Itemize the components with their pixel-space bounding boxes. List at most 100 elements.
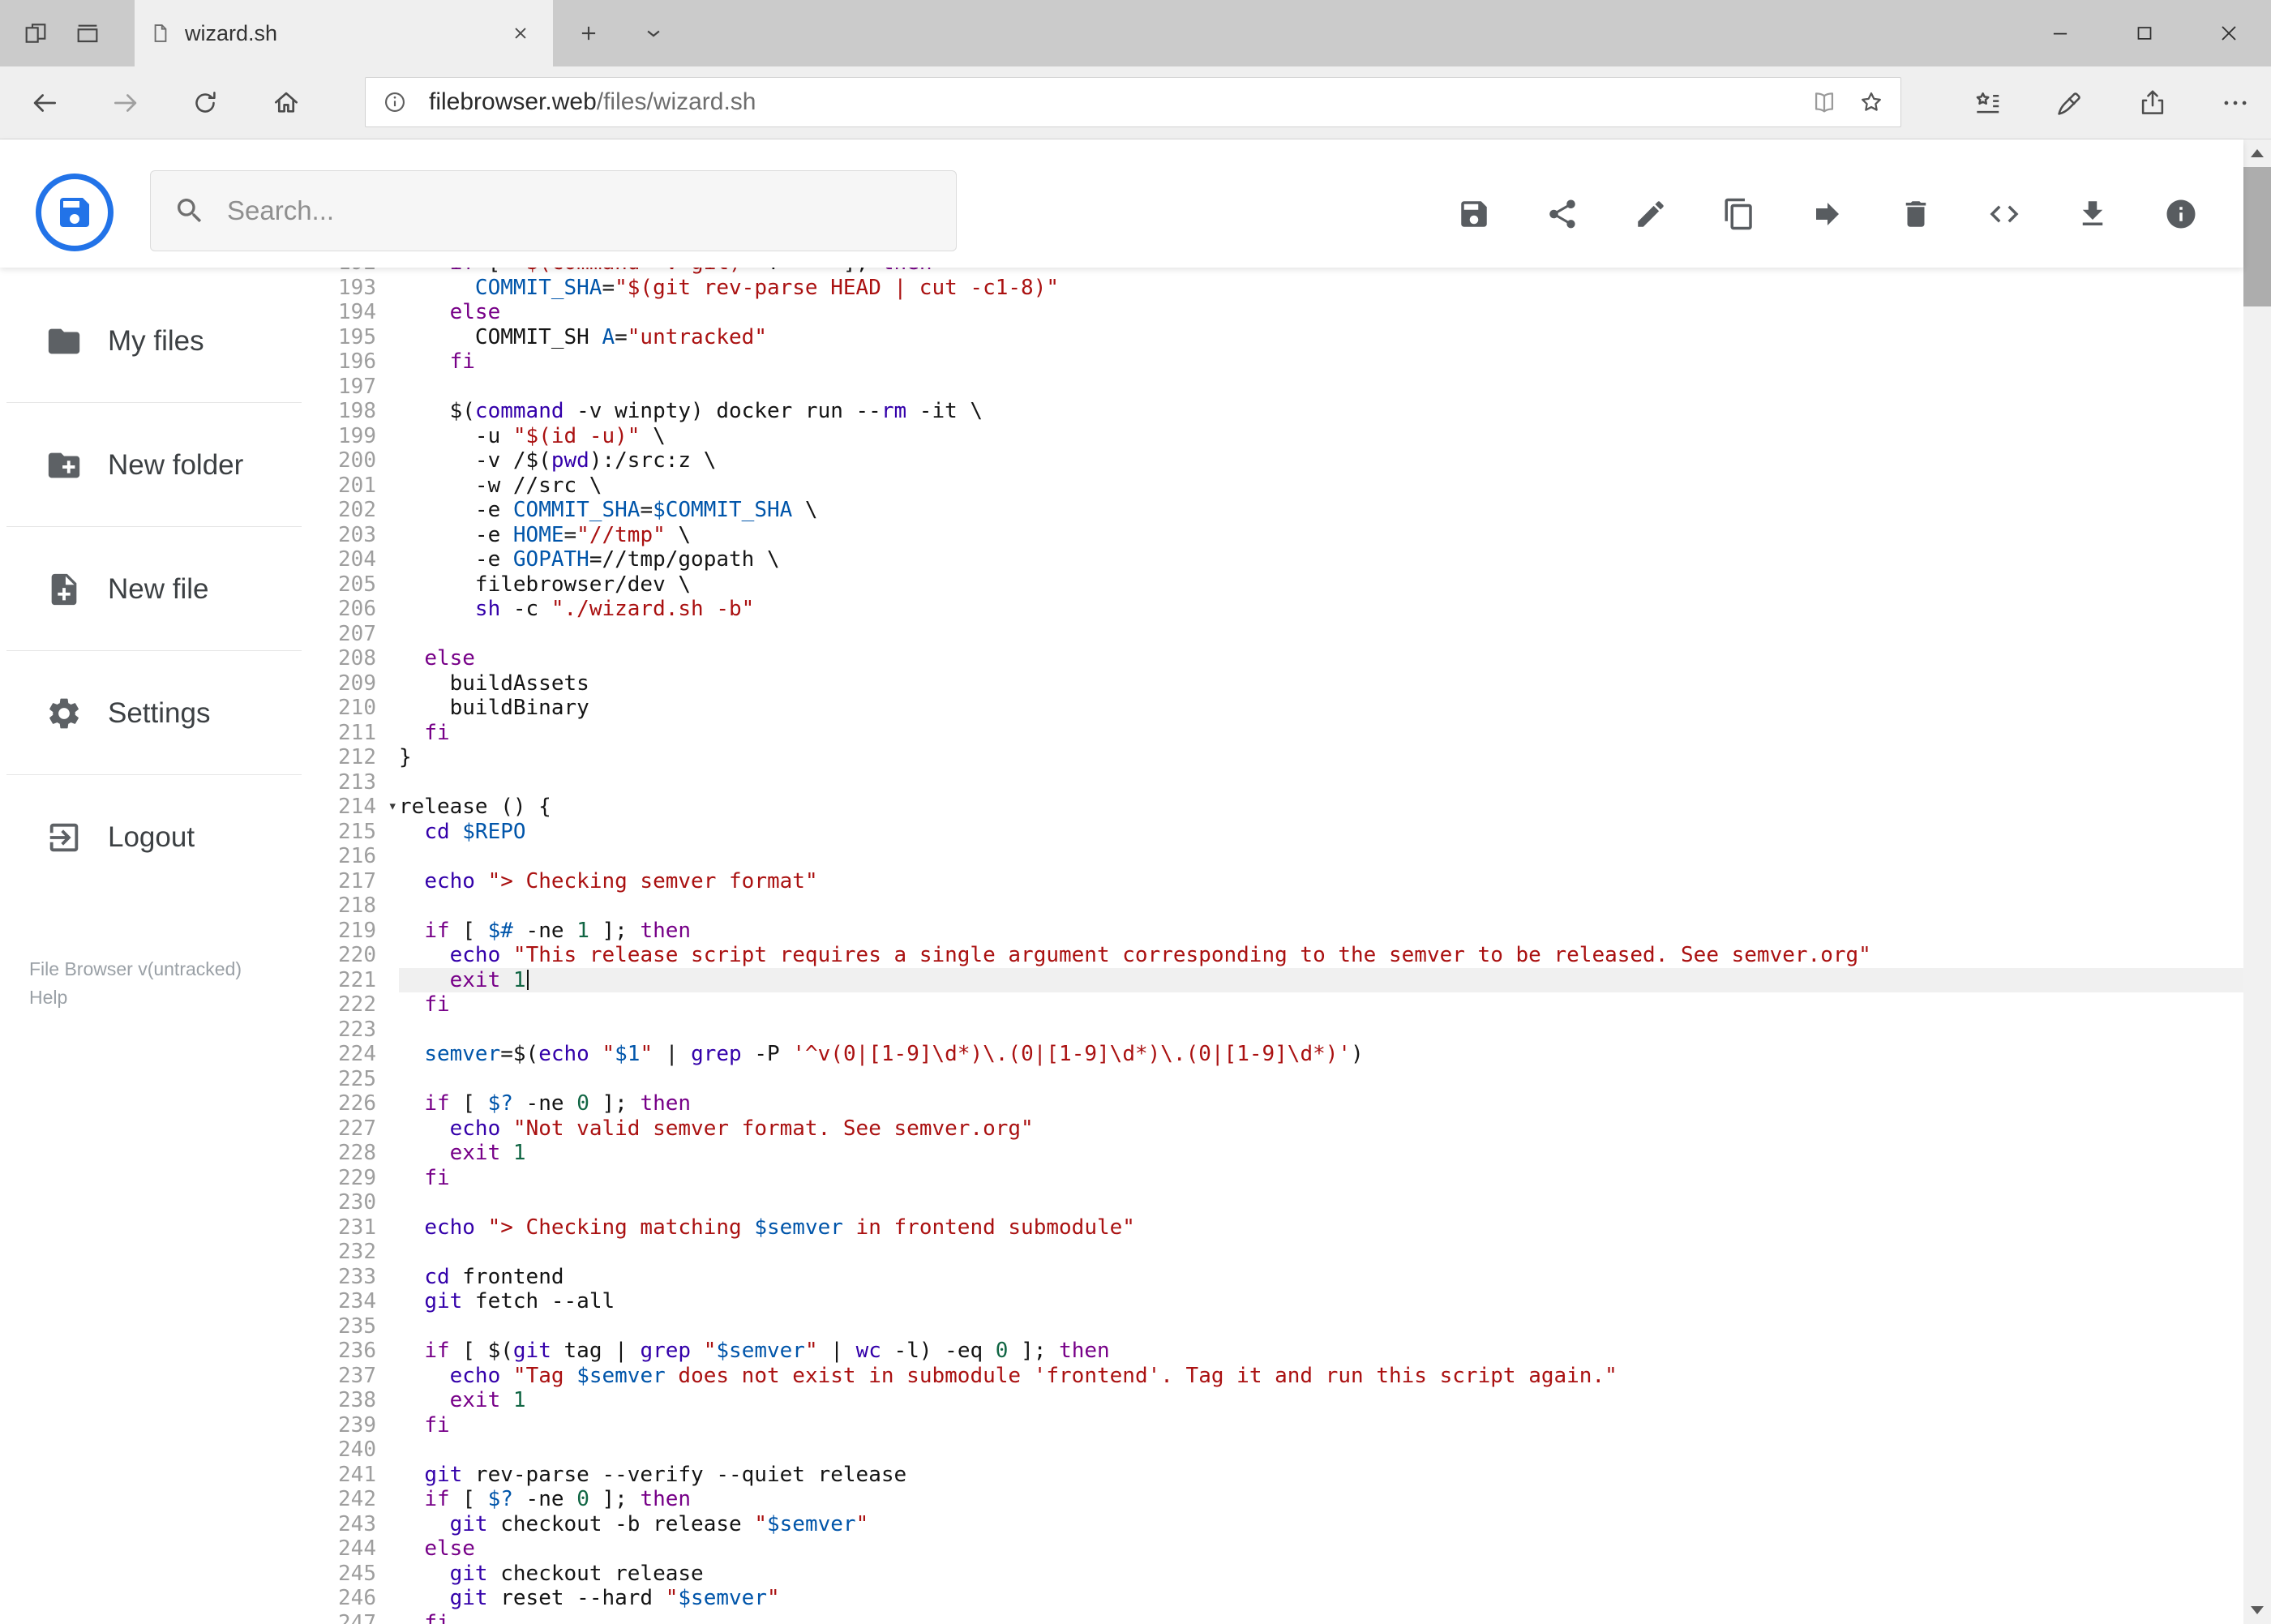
code-line[interactable]: 241 git rev-parse --verify --quiet relea… [324, 1463, 2243, 1488]
code-line[interactable]: 238 exit 1 [324, 1388, 2243, 1413]
delete-button[interactable] [1892, 190, 1940, 238]
code-line[interactable]: 215 cd $REPO [324, 820, 2243, 845]
code-line[interactable]: 236 if [ $(git tag | grep "$semver" | wc… [324, 1339, 2243, 1364]
code-line[interactable]: 234 git fetch --all [324, 1289, 2243, 1314]
new-tab-button[interactable] [553, 0, 624, 66]
code-line[interactable]: 225 [324, 1067, 2243, 1092]
code-line[interactable]: 227 echo "Not valid semver format. See s… [324, 1116, 2243, 1142]
site-info-icon[interactable] [377, 84, 413, 120]
code-line[interactable]: 199 -u "$(id -u)" \ [324, 424, 2243, 449]
code-line[interactable]: 198 $(command -v winpty) docker run --rm… [324, 399, 2243, 424]
code-line[interactable]: 194 else [324, 300, 2243, 325]
sidebar-item-new-folder[interactable]: New folder [0, 403, 324, 527]
code-line[interactable]: 220 echo "This release script requires a… [324, 943, 2243, 968]
code-line[interactable]: 242 if [ $? -ne 0 ]; then [324, 1487, 2243, 1512]
code-line[interactable]: 200 -v /$(pwd):/src:z \ [324, 448, 2243, 473]
share-page-button[interactable] [2127, 78, 2178, 128]
address-bar[interactable]: filebrowser.web/files/wizard.sh [365, 77, 1901, 127]
home-button[interactable] [261, 78, 311, 128]
code-line[interactable]: 193 COMMIT_SHA="$(git rev-parse HEAD | c… [324, 276, 2243, 301]
code-line[interactable]: 224 semver=$(echo "$1" | grep -P '^v(0|[… [324, 1042, 2243, 1067]
line-number: 222 [338, 992, 376, 1017]
code-line[interactable]: 245 git checkout release [324, 1562, 2243, 1587]
code-line[interactable]: 201 -w //src \ [324, 473, 2243, 499]
code-line[interactable]: 222 fi [324, 992, 2243, 1018]
code-line[interactable]: 207 [324, 622, 2243, 647]
scroll-up-button[interactable] [2243, 139, 2271, 167]
move-button[interactable] [1803, 190, 1852, 238]
sidebar-item-new-file[interactable]: New file [0, 527, 324, 651]
code-line[interactable]: 197 [324, 375, 2243, 400]
sidebar-item-my-files[interactable]: My files [0, 279, 324, 403]
code-line[interactable]: 244 else [324, 1536, 2243, 1562]
code-line[interactable]: 210 buildBinary [324, 696, 2243, 721]
code-line[interactable]: 221 exit 1 [324, 967, 2243, 992]
sidebar-item-settings[interactable]: Settings [0, 651, 324, 775]
maximize-button[interactable] [2102, 0, 2187, 66]
code-line[interactable]: 219 if [ $# -ne 1 ]; then [324, 919, 2243, 944]
tab-close-button[interactable] [503, 15, 538, 51]
fold-marker-icon[interactable]: ▾ [388, 794, 397, 819]
close-window-button[interactable] [2187, 0, 2271, 66]
code-line[interactable]: 213 [324, 770, 2243, 795]
code-line[interactable]: 214 ▾ release () { [324, 795, 2243, 820]
share-button[interactable] [1538, 190, 1587, 238]
forward-button[interactable] [101, 78, 151, 128]
code-line[interactable]: 216 [324, 844, 2243, 869]
code-line[interactable]: 226 if [ $? -ne 0 ]; then [324, 1091, 2243, 1116]
download-button[interactable] [2068, 190, 2117, 238]
code-line[interactable]: 235 [324, 1314, 2243, 1339]
browser-tab[interactable]: wizard.sh [135, 0, 553, 66]
source-code-button[interactable] [1980, 190, 2029, 238]
code-line[interactable]: 237 echo "Tag $semver does not exist in … [324, 1364, 2243, 1389]
code-line[interactable]: 246 git reset --hard "$semver" [324, 1586, 2243, 1611]
favorite-button[interactable] [1853, 84, 1889, 120]
help-link[interactable]: Help [29, 983, 242, 1012]
save-button[interactable] [1450, 190, 1498, 238]
code-line[interactable]: 239 fi [324, 1413, 2243, 1438]
code-line[interactable]: 243 git checkout -b release "$semver" [324, 1512, 2243, 1537]
code-line[interactable]: 228 exit 1 [324, 1141, 2243, 1166]
sidebar-item-logout[interactable]: Logout [0, 775, 324, 899]
code-line[interactable]: 218 [324, 893, 2243, 919]
tab-preview-button[interactable] [62, 0, 114, 66]
code-line[interactable]: 217 echo "> Checking semver format" [324, 869, 2243, 894]
hub-button[interactable] [1962, 78, 2012, 128]
edit-button[interactable] [1626, 190, 1675, 238]
info-button[interactable] [2157, 190, 2205, 238]
web-note-button[interactable] [2045, 78, 2095, 128]
code-line[interactable]: 211 fi [324, 721, 2243, 746]
code-line[interactable]: 231 echo "> Checking matching $semver in… [324, 1215, 2243, 1240]
code-line[interactable]: 230 [324, 1190, 2243, 1215]
code-line[interactable]: 196 fi [324, 349, 2243, 375]
code-line[interactable]: 203 -e HOME="//tmp" \ [324, 523, 2243, 548]
code-line[interactable]: 202 -e COMMIT_SHA=$COMMIT_SHA \ [324, 498, 2243, 523]
code-line[interactable]: 195 COMMIT_SH A="untracked" [324, 325, 2243, 350]
code-line[interactable]: 204 -e GOPATH=//tmp/gopath \ [324, 547, 2243, 572]
reading-view-button[interactable] [1806, 84, 1842, 120]
code-line[interactable]: 212} [324, 745, 2243, 770]
search-input[interactable]: Search... [150, 170, 957, 251]
code-line[interactable]: 233 cd frontend [324, 1265, 2243, 1290]
code-line[interactable]: 223 [324, 1018, 2243, 1043]
code-line[interactable]: 229 fi [324, 1166, 2243, 1191]
code-line[interactable]: 208 else [324, 646, 2243, 671]
refresh-button[interactable] [180, 78, 230, 128]
tab-list-dropdown-button[interactable] [624, 0, 683, 66]
scroll-thumb[interactable] [2243, 167, 2271, 306]
code-line[interactable]: 206 sh -c "./wizard.sh -b" [324, 597, 2243, 622]
filebrowser-logo[interactable] [36, 174, 114, 251]
more-menu-button[interactable] [2210, 78, 2260, 128]
scroll-down-button[interactable] [2243, 1596, 2271, 1624]
code-line[interactable]: 232 [324, 1240, 2243, 1265]
copy-button[interactable] [1715, 190, 1763, 238]
set-tabs-aside-button[interactable] [10, 0, 62, 66]
code-line[interactable]: 192 if [ "$(command -v git)" != "" ]; th… [324, 268, 2243, 276]
code-line[interactable]: 247 fi [324, 1611, 2243, 1624]
code-editor[interactable]: 192 if [ "$(command -v git)" != "" ]; th… [324, 268, 2243, 1624]
minimize-button[interactable] [2018, 0, 2102, 66]
code-line[interactable]: 240 [324, 1438, 2243, 1463]
back-button[interactable] [19, 78, 70, 128]
code-line[interactable]: 209 buildAssets [324, 671, 2243, 696]
code-line[interactable]: 205 filebrowser/dev \ [324, 572, 2243, 598]
